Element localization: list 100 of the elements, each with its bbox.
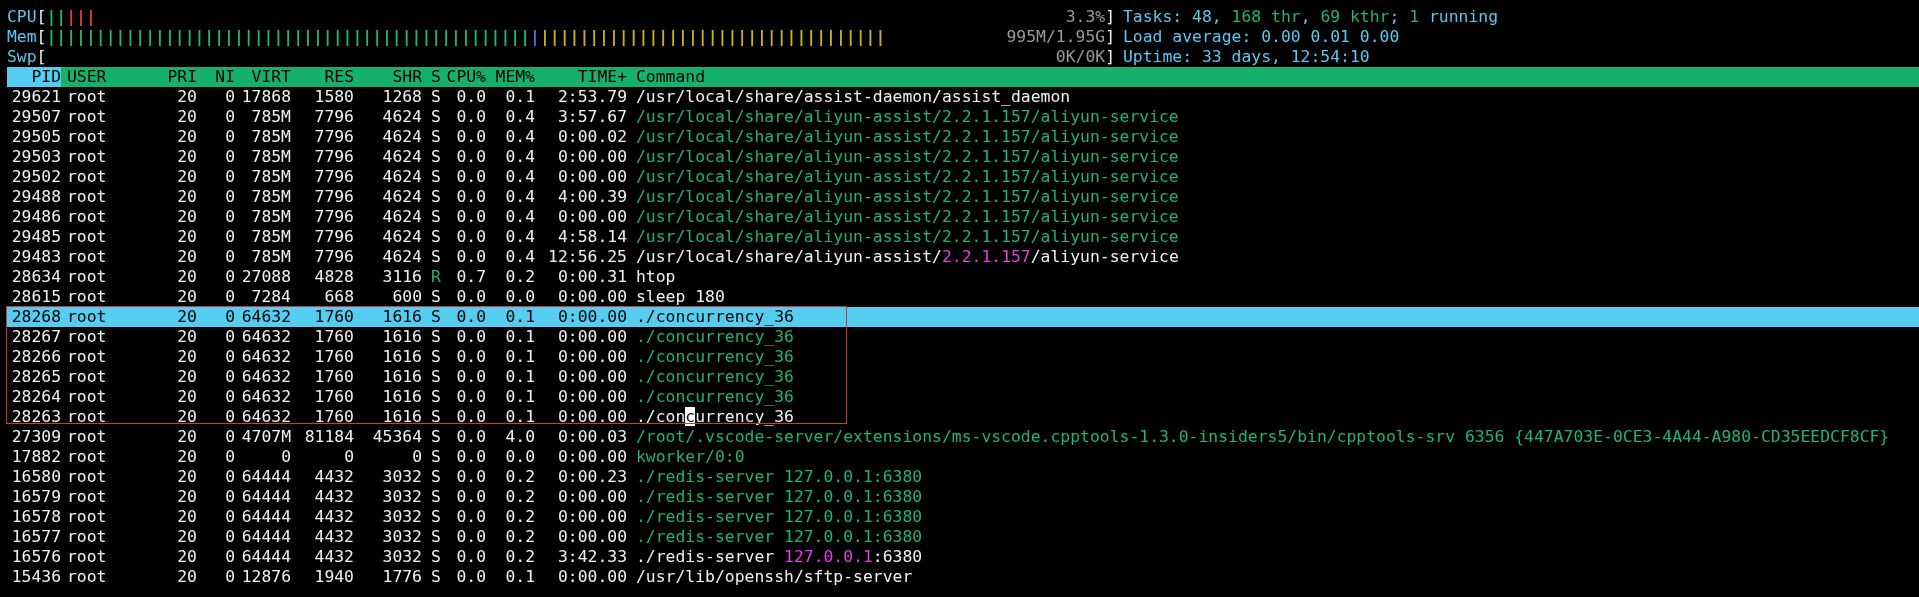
process-row[interactable]: 28634 root 20 0 27088 4828 3116 R 0.7 0.2 0:00.31 htop <box>7 267 1919 287</box>
process-row[interactable]: 28268 root 20 0 64632 1760 1616 S 0.0 0.1 0:00.00 ./concurrency_36 <box>7 307 1919 327</box>
table-cell-text: S <box>430 207 442 227</box>
process-row[interactable]: 29485 root 20 0 785M 7796 4624 S 0.0 0.4 4:58.14 /usr/local/share/aliyun-assist/2.2.1.157/aliyun-service <box>7 227 1919 247</box>
meter-value: 995M/1.95G <box>1006 27 1106 47</box>
table-cell-text: 3:57.67 <box>556 107 627 127</box>
process-row[interactable]: 29621 root 20 0 17868 1580 1268 S 0.0 0.1 2:53.79 /usr/local/share/assist-daemon/assist_daemon <box>7 87 1919 107</box>
table-cell-text: S <box>430 107 442 127</box>
table-cell-text: 0.0 <box>455 547 486 567</box>
process-row[interactable]: 29486 root 20 0 785M 7796 4624 S 0.0 0.4 0:00.00 /usr/local/share/aliyun-assist/2.2.1.157/aliyun-service <box>7 207 1919 227</box>
table-cell-text: root <box>66 287 108 307</box>
table-cell-text: 3032 <box>381 467 422 487</box>
table-cell-text: 3032 <box>381 547 422 567</box>
process-row[interactable]: 28266 root 20 0 64632 1760 1616 S 0.0 0.1 0:00.00 ./concurrency_36 <box>7 347 1919 367</box>
table-cell-text: 0.4 <box>504 167 535 187</box>
table-cell-text: 17882 <box>10 447 61 467</box>
meter-ticks: ||||||||||||||||||||||||||||||||||| <box>539 27 886 47</box>
table-cell-text: 20 <box>176 387 197 407</box>
column-header[interactable]: MEM% <box>486 67 535 87</box>
column-header[interactable]: PID <box>7 67 61 87</box>
table-cell-text: S <box>430 487 442 507</box>
table-cell-text: root <box>66 187 108 207</box>
table-cell-text: S <box>430 427 442 447</box>
command-cell-text: ./redis-server 127.0.0.1:6380 <box>635 487 924 507</box>
table-cell-text: 0 <box>224 167 235 187</box>
process-row[interactable]: 16576 root 20 0 64444 4432 3032 S 0.0 0.2 3:42.33 ./redis-server 127.0.0.1:6380 <box>7 547 1919 567</box>
table-cell-text: root <box>66 307 108 327</box>
table-cell-text: 0:00.00 <box>556 507 627 527</box>
process-row[interactable]: 29507 root 20 0 785M 7796 4624 S 0.0 0.4 3:57.67 /usr/local/share/aliyun-assist/2.2.1.157/aliyun-service <box>7 107 1919 127</box>
process-row[interactable]: 29503 root 20 0 785M 7796 4624 S 0.0 0.4 0:00.00 /usr/local/share/aliyun-assist/2.2.1.157/aliyun-service <box>7 147 1919 167</box>
summary-text: Tasks: 48, 168 thr, 69 kthr; 1 running <box>1123 7 1499 27</box>
table-cell-text: 0.0 <box>455 567 486 587</box>
command-cell-text: /usr/local/share/aliyun-assist/2.2.1.157/aliyun-service <box>635 227 1180 247</box>
table-cell-text: 20 <box>176 507 197 527</box>
process-row[interactable]: 17882 root 20 0 0 0 0 S 0.0 0.0 0:00.00 kworker/0:0 <box>7 447 1919 467</box>
process-row[interactable]: 27309 root 20 0 4707M 81184 45364 S 0.0 4.0 0:00.03 /root/.vscode-server/extensions/ms-vscode.cpptools-1.3.0-insiders5/bin/cpptools-srv 6356 {447A703E-0CE3-4A44-A980-CD35EEDCF8CF} <box>7 427 1919 447</box>
table-cell-text: 0.0 <box>504 447 535 467</box>
table-cell-text: 0.1 <box>504 567 535 587</box>
column-header[interactable]: SHR <box>354 67 422 87</box>
process-row[interactable]: 29502 root 20 0 785M 7796 4624 S 0.0 0.4 0:00.00 /usr/local/share/aliyun-assist/2.2.1.157/aliyun-service <box>7 167 1919 187</box>
process-row[interactable]: 29483 root 20 0 785M 7796 4624 S 0.0 0.4 12:56.25 /usr/local/share/aliyun-assist/2.2.1.157/aliyun-service <box>7 247 1919 267</box>
command-cell-text: /usr/local/share/aliyun-assist/2.2.1.157/aliyun-service <box>635 107 1180 127</box>
process-row[interactable]: 16579 root 20 0 64444 4432 3032 S 0.0 0.2 0:00.00 ./redis-server 127.0.0.1:6380 <box>7 487 1919 507</box>
table-cell-text: 0.0 <box>455 487 486 507</box>
table-cell-text: 1760 <box>313 327 354 347</box>
table-cell-text: 29485 <box>10 227 61 247</box>
table-cell-text: S <box>430 307 442 327</box>
table-cell-text: 4:58.14 <box>556 227 627 247</box>
table-cell-text: 4624 <box>381 147 422 167</box>
process-row[interactable]: 28615 root 20 0 7284 668 600 S 0.0 0.0 0:00.00 sleep 180 <box>7 287 1919 307</box>
process-row[interactable]: 16578 root 20 0 64444 4432 3032 S 0.0 0.2 0:00.00 ./redis-server 127.0.0.1:6380 <box>7 507 1919 527</box>
column-header[interactable]: VIRT <box>235 67 291 87</box>
table-cell-text: 0.1 <box>504 87 535 107</box>
column-header[interactable]: PRI <box>165 67 197 87</box>
column-header[interactable]: TIME+ <box>535 67 627 87</box>
table-cell-text: 0:00.00 <box>556 447 627 467</box>
process-row[interactable]: 16577 root 20 0 64444 4432 3032 S 0.0 0.2 0:00.00 ./redis-server 127.0.0.1:6380 <box>7 527 1919 547</box>
table-cell-text: 785M <box>250 207 291 227</box>
column-header[interactable]: Command <box>627 67 1919 87</box>
table-cell-text: root <box>66 147 108 167</box>
command-cell-text: ./concurrency_36 <box>635 347 795 367</box>
table-cell-text: 7796 <box>313 107 354 127</box>
table-cell-text: 0 <box>224 207 235 227</box>
table-cell-text: 0.0 <box>455 407 486 427</box>
process-row[interactable]: 28267 root 20 0 64632 1760 1616 S 0.0 0.1 0:00.00 ./concurrency_36 <box>7 327 1919 347</box>
column-header[interactable]: USER <box>61 67 165 87</box>
table-cell-text: 0 <box>224 247 235 267</box>
table-cell-text: 785M <box>250 147 291 167</box>
table-cell-text: 0:00.23 <box>556 467 627 487</box>
table-cell-text: 0.1 <box>504 367 535 387</box>
process-row[interactable]: 16580 root 20 0 64444 4432 3032 S 0.0 0.2 0:00.23 ./redis-server 127.0.0.1:6380 <box>7 467 1919 487</box>
column-header[interactable]: S <box>422 67 445 87</box>
column-header[interactable]: NI <box>197 67 235 87</box>
column-header[interactable]: CPU% <box>445 67 486 87</box>
table-cell-text: 1760 <box>313 347 354 367</box>
process-row[interactable]: 29505 root 20 0 785M 7796 4624 S 0.0 0.4 0:00.02 /usr/local/share/aliyun-assist/2.2.1.157/aliyun-service <box>7 127 1919 147</box>
table-cell-text: 4707M <box>240 427 291 447</box>
table-cell-text: 0 <box>224 447 235 467</box>
process-row[interactable]: 28263 root 20 0 64632 1760 1616 S 0.0 0.1 0:00.00 ./concurrency_36 <box>7 407 1919 427</box>
process-row[interactable]: 15436 root 20 0 12876 1940 1776 S 0.0 0.1 0:00.00 /usr/lib/openssh/sftp-server <box>7 567 1919 587</box>
table-cell-text: 4624 <box>381 227 422 247</box>
table-cell-text: 0:00.00 <box>556 407 627 427</box>
table-cell-text: 0 <box>411 447 422 467</box>
command-cell-text: ./redis-server 127.0.0.1:6380 <box>635 467 924 487</box>
table-cell-text: 20 <box>176 187 197 207</box>
meter-bracket: [ <box>36 27 47 47</box>
table-cell-text: 1760 <box>313 407 354 427</box>
process-row[interactable]: 29488 root 20 0 785M 7796 4624 S 0.0 0.4 4:00.39 /usr/local/share/aliyun-assist/2.2.1.157/aliyun-service <box>7 187 1919 207</box>
table-cell-text: 64444 <box>240 547 291 567</box>
table-cell-text: 64444 <box>240 507 291 527</box>
process-row[interactable]: 28264 root 20 0 64632 1760 1616 S 0.0 0.1 0:00.00 ./concurrency_36 <box>7 387 1919 407</box>
meter-label: Swp <box>7 47 37 67</box>
table-cell-text: 64632 <box>240 387 291 407</box>
process-row[interactable]: 28265 root 20 0 64632 1760 1616 S 0.0 0.1 0:00.00 ./concurrency_36 <box>7 367 1919 387</box>
column-header[interactable]: RES <box>291 67 354 87</box>
table-cell-text: 0:00.00 <box>556 347 627 367</box>
table-cell-text: 20 <box>176 547 197 567</box>
table-cell-text: S <box>430 167 442 187</box>
table-cell-text: 4624 <box>381 127 422 147</box>
table-cell-text: 0.7 <box>455 267 486 287</box>
